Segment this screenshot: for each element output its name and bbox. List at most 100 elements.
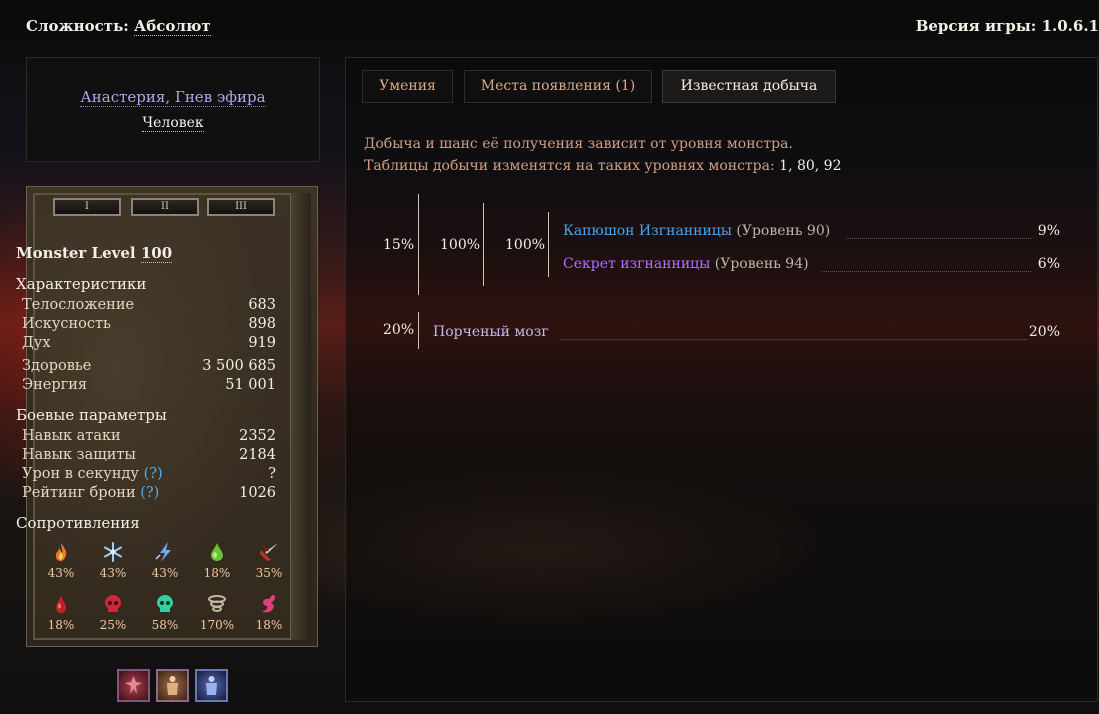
help-icon[interactable]: (?)	[144, 466, 163, 482]
resist-value: 18%	[203, 566, 231, 580]
monster-name-box: Анастерия, Гнев эфира Человек	[26, 57, 320, 162]
loot-item-level: (Уровень 94)	[714, 256, 809, 272]
item-chance: 20%	[1028, 324, 1060, 340]
tab-known-loot[interactable]: Известная добыча	[662, 70, 836, 103]
bleed-resist-icon	[56, 596, 66, 613]
difficulty: Сложность: Абсолют	[26, 17, 211, 36]
stun-resist-icon	[208, 595, 226, 612]
difficulty-value[interactable]: Абсолют	[134, 17, 211, 36]
loot-info-text: Добыча и шанс её получения зависит от ур…	[364, 136, 793, 152]
chaos-resist[interactable]: 18%	[251, 593, 287, 632]
skill-blue-icon[interactable]	[195, 669, 228, 702]
lightning-resist[interactable]: 43%	[147, 541, 183, 580]
skill-red-icon[interactable]	[117, 669, 150, 702]
stat-value: 898	[248, 316, 276, 332]
drop-chance: 100%	[440, 237, 481, 253]
aether-resist-icon	[157, 595, 173, 612]
resist-value: 35%	[255, 566, 283, 580]
drop-chance: 15%	[383, 237, 415, 253]
resist-value: 18%	[255, 618, 283, 632]
loot-levels-text: Таблицы добычи изменятся на таких уровня…	[364, 158, 775, 174]
difficulty-label: Сложность:	[26, 17, 129, 35]
stat-label: Телосложение	[22, 297, 135, 313]
resist-value: 43%	[99, 566, 127, 580]
combat-value: 1026	[239, 485, 276, 501]
resist-value: 170%	[199, 618, 235, 632]
monster-race[interactable]: Человек	[142, 115, 204, 132]
lightning-resist-icon	[155, 542, 171, 562]
stat-row: Здоровье 3 500 685	[22, 358, 284, 377]
stat-row: Искусность 898	[22, 316, 284, 335]
tab-skills[interactable]: Умения	[362, 70, 453, 103]
vitality-resist[interactable]: 25%	[95, 593, 131, 632]
tab-difficulty-1[interactable]: I	[53, 198, 121, 216]
combat-label: Рейтинг брони	[22, 485, 136, 501]
poison-resist[interactable]: 18%	[199, 541, 235, 580]
combat-label: Навык атаки	[22, 428, 121, 444]
skill-brown-icon[interactable]	[156, 669, 189, 702]
combat-row: Навык атаки 2352	[22, 428, 284, 447]
pierce-resist[interactable]: 35%	[251, 541, 287, 580]
loot-item-name[interactable]: Капюшон Изгнанницы	[563, 223, 732, 239]
monster-name[interactable]: Анастерия, Гнев эфира	[80, 88, 266, 107]
dotted-leader	[560, 339, 1027, 340]
fire-resist[interactable]: 43%	[43, 541, 79, 580]
stat-label: Искусность	[22, 316, 111, 332]
monster-level: Monster Level 100	[16, 244, 173, 263]
combat-row: Рейтинг брони (?) 1026	[22, 485, 284, 504]
stat-row: Дух 919	[22, 335, 284, 354]
cold-resist[interactable]: 43%	[95, 541, 131, 580]
tab-difficulty-2[interactable]: II	[131, 198, 199, 216]
combat-row: Урон в секунду (?)?	[22, 466, 284, 485]
monster-level-value[interactable]: 100	[140, 244, 173, 263]
version-value: 1.0.6.1	[1041, 17, 1099, 35]
resist-value: 25%	[99, 618, 127, 632]
loot-item-name[interactable]: Секрет изгнанницы	[563, 256, 710, 272]
combat-value: 2352	[239, 428, 276, 444]
bleed-resist[interactable]: 18%	[43, 593, 79, 632]
help-icon[interactable]: (?)	[140, 485, 159, 501]
pierce-resist-icon	[260, 543, 278, 561]
resist-title: Сопротивления	[16, 514, 140, 532]
item-chance: 9%	[1037, 223, 1060, 239]
loot-item: Порченый мозг	[433, 324, 549, 340]
tree-line	[418, 194, 419, 295]
dotted-leader	[822, 271, 1031, 272]
resist-value: 43%	[151, 566, 179, 580]
dotted-leader	[846, 238, 1031, 239]
stat-row: Энергия 51 001	[22, 377, 284, 396]
stat-value: 51 001	[225, 377, 276, 393]
aether-resist[interactable]: 58%	[147, 593, 183, 632]
chaos-resist-icon	[262, 595, 276, 613]
tab-difficulty-3[interactable]: III	[207, 198, 275, 216]
combat-value: 2184	[239, 447, 276, 463]
loot-levels-values: 1, 80, 92	[779, 158, 842, 174]
combat-label: Навык защиты	[22, 447, 136, 463]
drop-chance: 100%	[505, 237, 546, 253]
resist-value: 43%	[47, 566, 75, 580]
stat-row: Телосложение 683	[22, 297, 284, 316]
resist-value: 58%	[151, 618, 179, 632]
top-bar: Сложность: Абсолют Версия игры: 1.0.6.1	[0, 0, 1099, 40]
loot-item: Капюшон Изгнанницы (Уровень 90)	[563, 223, 830, 239]
item-chance: 6%	[1037, 256, 1060, 272]
stats-title: Характеристики	[16, 275, 147, 293]
loot-item-name[interactable]: Порченый мозг	[433, 324, 549, 340]
tree-line	[483, 203, 484, 286]
loot-table-levels: Таблицы добычи изменятся на таких уровня…	[364, 158, 842, 174]
combat-value: ?	[268, 466, 276, 482]
poison-resist-icon	[211, 543, 223, 561]
combat-row: Навык защиты 2184	[22, 447, 284, 466]
cold-resist-icon	[104, 542, 122, 562]
stun-resist[interactable]: 170%	[199, 593, 235, 632]
stat-label: Энергия	[22, 377, 88, 393]
stat-value: 683	[248, 297, 276, 313]
tab-spawn-locations[interactable]: Места появления (1)	[464, 70, 652, 103]
tree-line	[548, 212, 549, 277]
resist-value: 18%	[47, 618, 75, 632]
loot-item: Секрет изгнанницы (Уровень 94)	[563, 256, 809, 272]
monster-level-label: Monster Level	[16, 244, 136, 262]
loot-item-level: (Уровень 90)	[736, 223, 831, 239]
stat-value: 3 500 685	[202, 358, 276, 374]
stat-value: 919	[248, 335, 276, 351]
